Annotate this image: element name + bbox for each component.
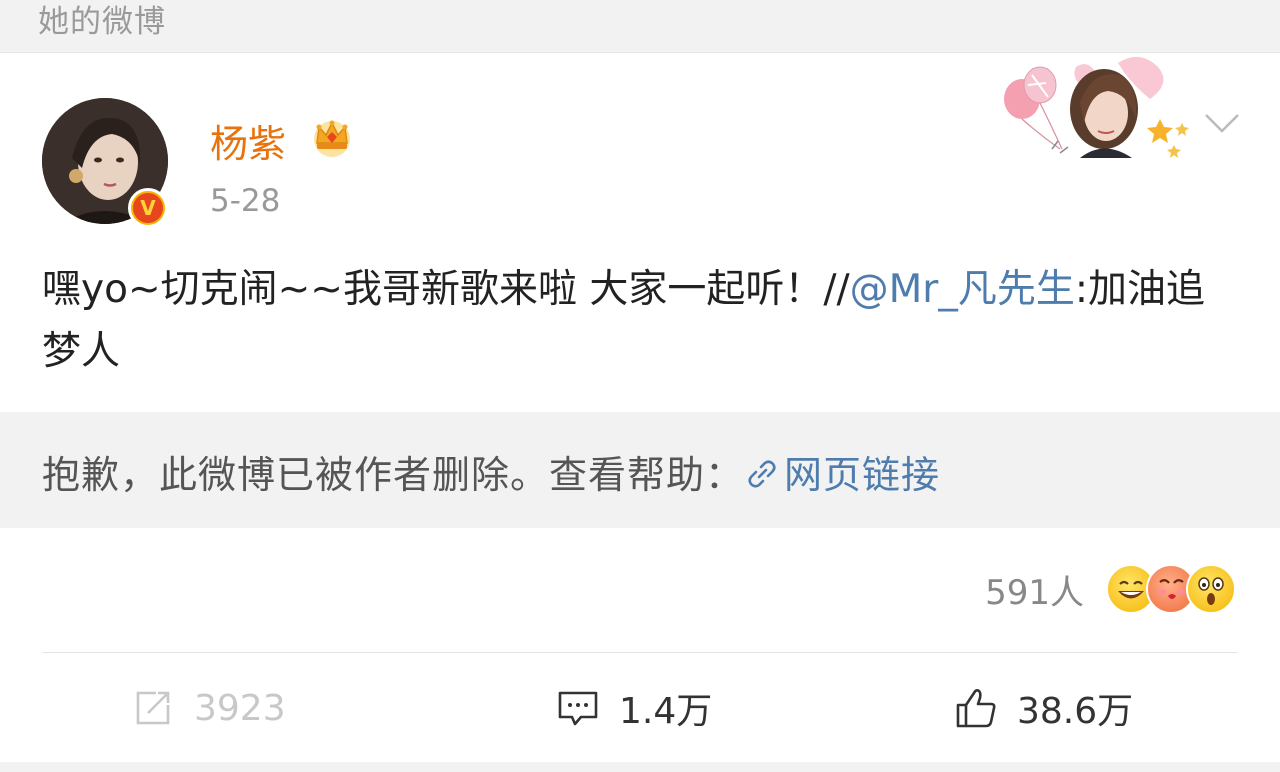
username[interactable]: 杨紫 bbox=[210, 113, 286, 168]
comment-count: 1.4万 bbox=[619, 691, 713, 732]
surprised-emoji-icon bbox=[1186, 564, 1236, 614]
comment-button[interactable]: 1.4万 bbox=[555, 673, 712, 743]
link-icon bbox=[748, 460, 776, 488]
bottom-separator bbox=[0, 762, 1280, 772]
chevron-down-icon[interactable] bbox=[1203, 111, 1241, 135]
repost-button[interactable]: 3923 bbox=[130, 673, 286, 743]
comment-icon bbox=[558, 691, 598, 726]
divider bbox=[42, 652, 1238, 653]
deleted-message: 抱歉，此微博已被作者删除。查看帮助： bbox=[42, 453, 745, 497]
reactions-count: 591人 bbox=[985, 572, 1084, 613]
verified-v-icon: V bbox=[133, 193, 163, 223]
post-text-body: 嘿yo~切克闹~~我哥新歌来啦 大家一起听！// bbox=[42, 267, 850, 312]
repost-count: 3923 bbox=[194, 687, 286, 729]
web-link-label: 网页链接 bbox=[784, 453, 941, 497]
weibo-card: V 杨紫 5-28 嘿yo~切克闹~~我哥新歌来啦 大家一起听！//@Mr_凡先… bbox=[0, 53, 1280, 768]
repost-icon bbox=[136, 691, 170, 725]
action-bar: 3923 1.4万 38.6万 bbox=[0, 673, 1280, 743]
deleted-repost-notice: 抱歉，此微博已被作者删除。查看帮助： 网页链接 bbox=[0, 412, 1280, 528]
profile-decoration-card[interactable] bbox=[1000, 53, 1200, 158]
like-count: 38.6万 bbox=[1017, 691, 1134, 732]
mention-link[interactable]: @Mr_凡先生 bbox=[850, 267, 1075, 312]
section-title: 她的微博 bbox=[38, 4, 166, 40]
web-link[interactable]: 网页链接 bbox=[744, 453, 940, 497]
top-bar: 她的微博 bbox=[0, 0, 1280, 53]
deleted-notice-text: 抱歉，此微博已被作者删除。查看帮助： 网页链接 bbox=[42, 444, 940, 499]
post-time: 5-28 bbox=[210, 183, 281, 219]
verified-badge: V bbox=[128, 188, 168, 228]
like-button[interactable]: 38.6万 bbox=[953, 673, 1133, 743]
reactions-summary[interactable]: 591人 bbox=[985, 563, 1236, 615]
thumbs-up-icon bbox=[956, 689, 996, 728]
crown-icon[interactable] bbox=[309, 113, 355, 159]
post-text: 嘿yo~切克闹~~我哥新歌来啦 大家一起听！//@Mr_凡先生:加油追梦人 bbox=[42, 259, 1242, 383]
